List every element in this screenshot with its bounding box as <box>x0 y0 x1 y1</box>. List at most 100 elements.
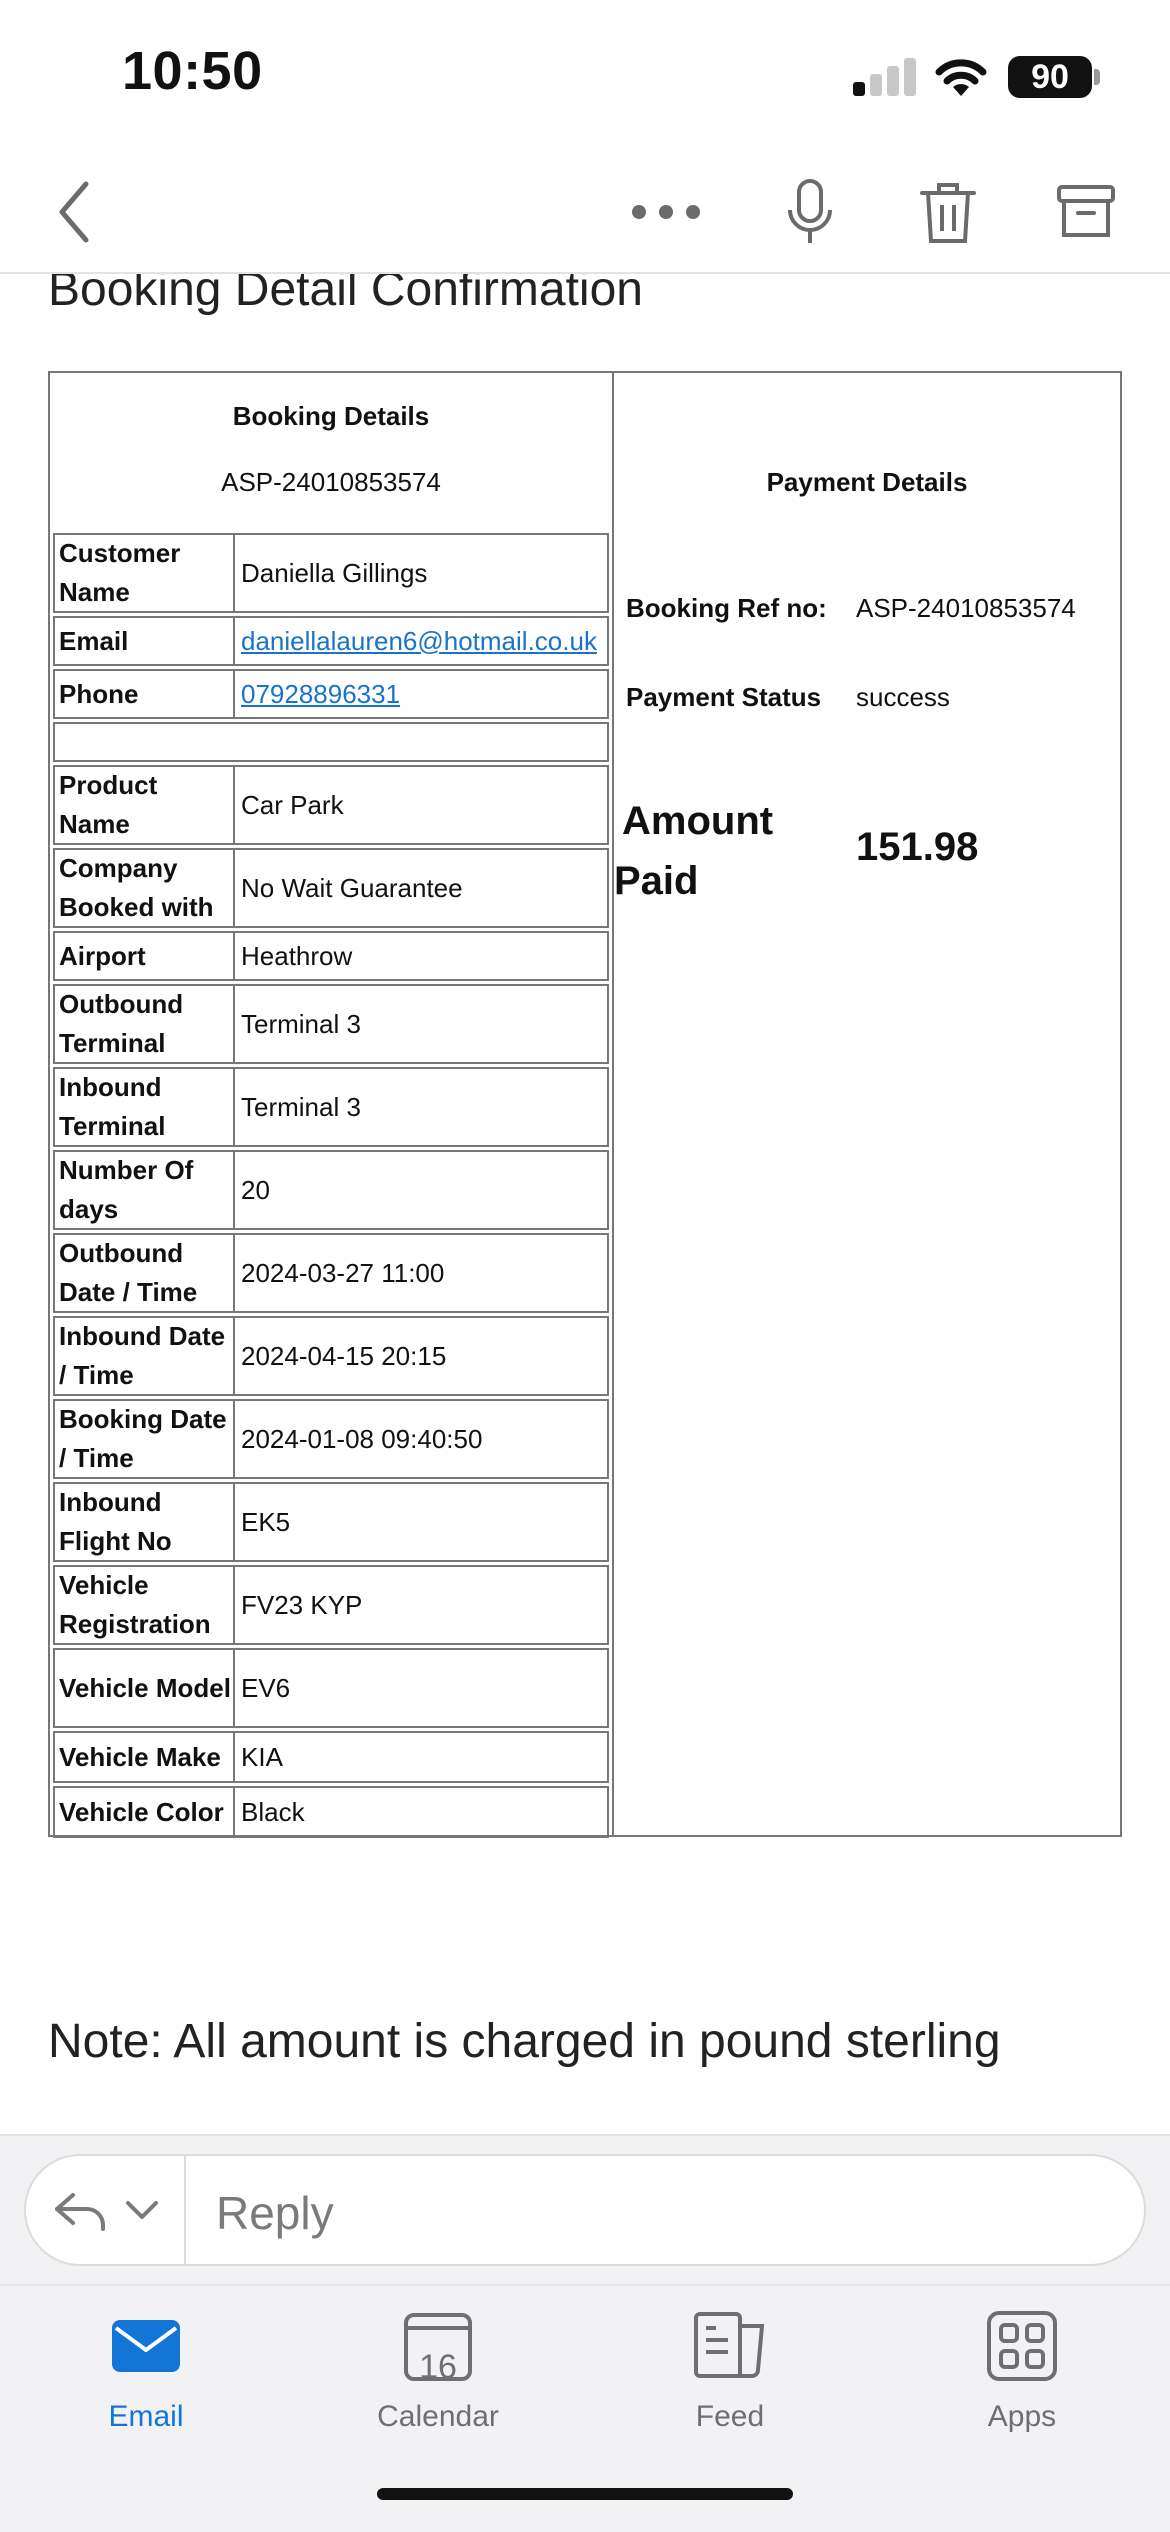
amount-label-line-1: Amount <box>622 799 774 843</box>
row-value: KIA <box>235 1731 609 1783</box>
reply-arrow-icon <box>55 2193 105 2231</box>
row-label: Inbound Date / Time <box>53 1316 235 1396</box>
tab-email[interactable]: Email <box>46 2306 246 2434</box>
row-value: Terminal 3 <box>235 984 609 1064</box>
row-label: Vehicle Make <box>53 1731 235 1783</box>
row-phone: Phone 07928896331 <box>53 669 609 719</box>
tab-label: Calendar <box>377 2400 499 2433</box>
battery-nub <box>1094 69 1100 85</box>
status-time: 10:50 <box>122 41 263 101</box>
page-title: Booking Detail Confirmation <box>48 274 643 316</box>
tab-calendar[interactable]: 16 Calendar <box>338 2306 538 2434</box>
tab-label: Apps <box>987 2400 1057 2433</box>
row-value: 2024-03-27 11:00 <box>235 1233 609 1313</box>
row-value: 07928896331 <box>235 669 609 719</box>
tab-label: Feed <box>695 2400 765 2433</box>
booking-table: Booking Details ASP-24010853574 Customer… <box>48 371 1122 1838</box>
reply-input[interactable]: Reply <box>216 2186 334 2240</box>
row-value: 20 <box>235 1150 609 1230</box>
currency-note: Note: All amount is charged in pound ste… <box>48 2015 1001 2068</box>
trash-icon <box>920 183 976 243</box>
tab-label: Email <box>108 2400 184 2433</box>
status-bar: 10:50 90 <box>0 0 1170 150</box>
back-button[interactable] <box>36 174 112 250</box>
email-body[interactable]: Booking Detail Confirmation Booking Deta… <box>0 274 1170 2134</box>
row-label: Customer Name <box>53 533 235 613</box>
row-inbound-flight: Inbound Flight No EK5 <box>53 1482 609 1562</box>
row-vehicle-model: Vehicle Model EV6 <box>53 1648 609 1728</box>
tab-feed[interactable]: Feed <box>630 2306 830 2434</box>
row-value: 2024-04-15 20:15 <box>235 1316 609 1396</box>
payment-status-row: Payment Status success <box>626 682 950 713</box>
row-customer-name: Customer Name Daniella Gillings <box>53 533 609 613</box>
row-booking-datetime: Booking Date / Time 2024-01-08 09:40:50 <box>53 1399 609 1479</box>
row-label: Vehicle Model <box>53 1648 235 1728</box>
row-label: Airport <box>53 931 235 981</box>
row-label: Outbound Date / Time <box>53 1233 235 1313</box>
row-label: Booking Date / Time <box>53 1399 235 1479</box>
battery-indicator: 90 <box>1008 56 1092 98</box>
row-value: Terminal 3 <box>235 1067 609 1147</box>
booking-details-heading: Booking Details <box>232 401 430 431</box>
row-value: Heathrow <box>235 931 609 981</box>
row-label: Outbound Terminal <box>53 984 235 1064</box>
amount-label-line-2: Paid <box>614 859 699 903</box>
feed-icon <box>694 2312 765 2378</box>
row-inbound-datetime: Inbound Date / Time 2024-04-15 20:15 <box>53 1316 609 1396</box>
email-link[interactable]: daniellalauren6@hotmail.co.uk <box>241 626 597 657</box>
phone-link[interactable]: 07928896331 <box>241 679 400 710</box>
row-value: EK5 <box>235 1482 609 1562</box>
row-outbound-terminal: Outbound Terminal Terminal 3 <box>53 984 609 1064</box>
more-dots-icon <box>632 205 700 219</box>
amount-paid-value: 151.98 <box>856 825 979 869</box>
dictate-button[interactable] <box>772 174 848 250</box>
row-label: Company Booked with <box>53 848 235 928</box>
payment-ref-row: Booking Ref no: ASP-24010853574 <box>626 593 1076 624</box>
cellular-signal-icon <box>853 58 917 96</box>
row-outbound-datetime: Outbound Date / Time 2024-03-27 11:00 <box>53 1233 609 1313</box>
row-value: Daniella Gillings <box>235 533 609 613</box>
chevron-down-icon <box>126 2201 158 2219</box>
reply-box[interactable]: Reply <box>24 2154 1146 2266</box>
row-email: Email daniellalauren6@hotmail.co.uk <box>53 616 609 666</box>
row-number-of-days: Number Of days 20 <box>53 1150 609 1230</box>
spacer-row <box>53 722 609 762</box>
row-label: Phone <box>53 669 235 719</box>
wifi-icon <box>935 59 987 96</box>
archive-icon <box>1057 185 1115 237</box>
row-vehicle-registration: Vehicle Registration FV23 KYP <box>53 1565 609 1645</box>
row-airport: Airport Heathrow <box>53 931 609 981</box>
payment-status-value: success <box>856 682 950 712</box>
row-label: Vehicle Registration <box>53 1565 235 1645</box>
row-company: Company Booked with No Wait Guarantee <box>53 848 609 928</box>
microphone-icon <box>788 179 832 243</box>
booking-details-panel: Booking Details ASP-24010853574 Customer… <box>50 373 614 1838</box>
amount-paid-label: Amount Paid <box>614 791 784 911</box>
tab-apps[interactable]: Apps <box>922 2306 1122 2434</box>
booking-ref: ASP-24010853574 <box>221 467 441 497</box>
row-label: Product Name <box>53 765 235 845</box>
home-indicator <box>377 2488 793 2500</box>
row-value: EV6 <box>235 1648 609 1728</box>
delete-button[interactable] <box>910 174 986 250</box>
row-value: daniellalauren6@hotmail.co.uk <box>235 616 609 666</box>
payment-ref-label: Booking Ref no: <box>626 593 827 623</box>
row-value: No Wait Guarantee <box>235 848 609 928</box>
archive-button[interactable] <box>1048 174 1124 250</box>
payment-ref-value: ASP-24010853574 <box>856 593 1076 623</box>
row-vehicle-make: Vehicle Make KIA <box>53 1731 609 1783</box>
payment-status-label: Payment Status <box>626 682 822 712</box>
mail-icon <box>112 2320 180 2372</box>
payment-details-heading: Payment Details <box>766 467 968 497</box>
reply-options-button[interactable] <box>26 2156 186 2264</box>
row-value: 2024-01-08 09:40:50 <box>235 1399 609 1479</box>
row-label: Number Of days <box>53 1150 235 1230</box>
payment-details-panel: Payment Details Booking Ref no: ASP-2401… <box>614 373 1120 1835</box>
calendar-day: 16 <box>419 2348 457 2386</box>
apps-icon <box>987 2311 1057 2381</box>
row-value: Car Park <box>235 765 609 845</box>
row-vehicle-color: Vehicle Color Black <box>53 1786 609 1838</box>
row-value: Black <box>235 1786 609 1838</box>
reply-bar: Reply <box>0 2134 1170 2284</box>
more-button[interactable] <box>628 174 704 250</box>
